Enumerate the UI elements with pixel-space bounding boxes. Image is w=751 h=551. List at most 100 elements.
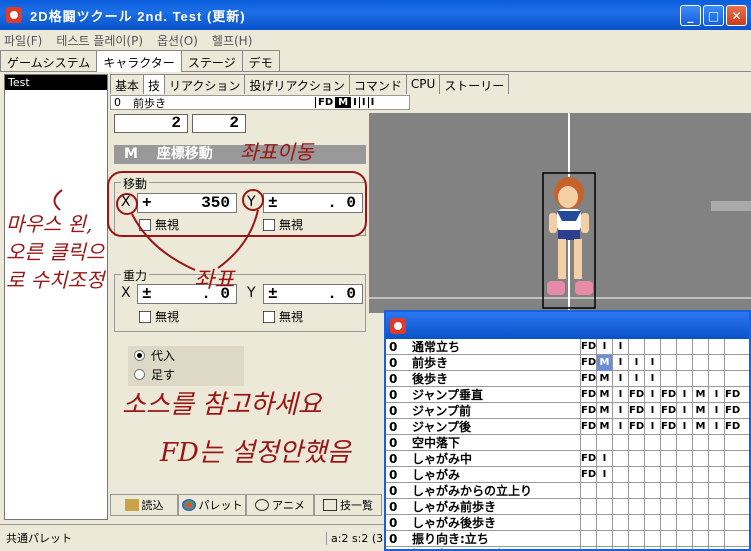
frame-cell[interactable]	[628, 530, 644, 547]
frame-cell[interactable]	[692, 530, 708, 547]
frame-cell[interactable]	[580, 498, 596, 515]
anime-button[interactable]: アニメ	[246, 494, 314, 516]
frame-cell[interactable]	[596, 434, 612, 451]
frame-cell[interactable]	[724, 530, 740, 547]
frame-cell[interactable]	[580, 546, 596, 549]
frame-cell[interactable]: I	[708, 418, 724, 435]
frame-cell[interactable]: I	[612, 354, 628, 371]
frame-cell[interactable]	[692, 450, 708, 467]
menu-test-play[interactable]: 테스트 플레이(P)	[56, 32, 143, 49]
frame-cell[interactable]	[676, 434, 692, 451]
frame-cell[interactable]	[580, 514, 596, 531]
frame-cell[interactable]: M	[692, 402, 708, 419]
menu-help[interactable]: 헬프(H)	[212, 32, 252, 49]
tab-story[interactable]: ストーリー	[439, 74, 510, 94]
frame-cell[interactable]	[676, 530, 692, 547]
frame-cell[interactable]: I	[676, 418, 692, 435]
frame-cell[interactable]	[708, 466, 724, 483]
frame-cell[interactable]: I	[596, 450, 612, 467]
frame-cell[interactable]	[644, 498, 660, 515]
tab-character[interactable]: キャラクター	[96, 50, 182, 72]
frame-cell[interactable]	[676, 498, 692, 515]
preview-canvas[interactable]	[369, 113, 751, 313]
frame-cell[interactable]: I	[644, 370, 660, 387]
frame-flags[interactable]: FD M I I I	[315, 97, 376, 108]
tab-game-system[interactable]: ゲームシステム	[0, 50, 98, 71]
frame-cell[interactable]: M	[596, 402, 612, 419]
counter-field[interactable]: 2	[192, 114, 246, 133]
frame-cell[interactable]: FD	[580, 370, 596, 387]
frame-cell[interactable]	[708, 482, 724, 499]
frame-cell[interactable]	[644, 450, 660, 467]
frame-cell[interactable]: M	[596, 354, 612, 371]
frame-cell[interactable]	[724, 466, 740, 483]
table-row[interactable]: 0 ジャンプ垂直 FD M I FD I FD I M I FD	[386, 386, 749, 403]
frame-cell[interactable]	[692, 546, 708, 549]
table-row[interactable]: 0 しゃがみ後歩き	[386, 514, 749, 531]
frame-cell[interactable]	[580, 434, 596, 451]
frame-cell[interactable]	[644, 466, 660, 483]
tab-demo[interactable]: デモ	[241, 50, 280, 71]
frame-cell[interactable]: FD	[724, 386, 740, 403]
frame-cell[interactable]	[724, 434, 740, 451]
frame-cell[interactable]	[580, 530, 596, 547]
frame-cell[interactable]: I	[596, 466, 612, 483]
frame-cell[interactable]	[676, 370, 692, 387]
menu-file[interactable]: 파일(F)	[4, 32, 42, 49]
frame-cell[interactable]	[660, 450, 676, 467]
frame-cell[interactable]	[596, 546, 612, 549]
frame-cell[interactable]	[724, 482, 740, 499]
frame-cell[interactable]	[644, 434, 660, 451]
frame-cell[interactable]	[580, 482, 596, 499]
frame-cell[interactable]	[708, 370, 724, 387]
frame-flag[interactable]: I	[358, 97, 368, 108]
frame-cell[interactable]	[660, 434, 676, 451]
frame-cell[interactable]	[612, 434, 628, 451]
frame-cell[interactable]: FD	[660, 402, 676, 419]
move-x-ignore-checkbox[interactable]: 無視	[139, 216, 179, 233]
frame-flag[interactable]: FD	[315, 97, 335, 108]
tab-throw-reaction[interactable]: 投げリアクション	[244, 74, 350, 94]
frame-cell[interactable]	[708, 434, 724, 451]
load-button[interactable]: 読込	[110, 494, 178, 516]
move-list[interactable]: 0 通常立ち FD I I 0 前歩き FD M I I I 0 後歩き FD M I I I 0 ジャンプ垂直 FD M I…	[386, 338, 749, 549]
frame-cell[interactable]	[660, 370, 676, 387]
frame-cell[interactable]: I	[612, 370, 628, 387]
frame-cell[interactable]	[660, 498, 676, 515]
frame-cell[interactable]	[676, 514, 692, 531]
table-row[interactable]: 0 前歩き FD M I I I	[386, 354, 749, 371]
frame-cell[interactable]	[708, 546, 724, 549]
frame-cell[interactable]: M	[692, 386, 708, 403]
radio-assign[interactable]: 代入	[128, 346, 244, 365]
gravity-y-field[interactable]: ± . 0	[263, 284, 363, 304]
frame-cell[interactable]	[692, 434, 708, 451]
minimize-button[interactable]: _	[680, 5, 701, 26]
frame-cell[interactable]	[628, 546, 644, 549]
frame-cell[interactable]	[676, 354, 692, 371]
tab-command[interactable]: コマンド	[348, 74, 407, 94]
frame-cell[interactable]: I	[644, 402, 660, 419]
frame-cell[interactable]	[676, 450, 692, 467]
frame-cell[interactable]	[628, 450, 644, 467]
frame-cell[interactable]: FD	[580, 338, 596, 355]
frame-cell[interactable]	[724, 498, 740, 515]
frame-cell[interactable]: I	[708, 402, 724, 419]
frame-flag[interactable]: M	[335, 97, 351, 108]
frame-cell[interactable]	[692, 498, 708, 515]
frame-cell[interactable]	[612, 530, 628, 547]
frame-cell[interactable]	[660, 514, 676, 531]
frame-cell[interactable]	[676, 338, 692, 355]
frame-cell[interactable]: I	[612, 386, 628, 403]
palette-button[interactable]: パレット	[178, 494, 246, 516]
frame-cell[interactable]: I	[612, 402, 628, 419]
frame-cell[interactable]	[708, 498, 724, 515]
frame-cell[interactable]	[692, 466, 708, 483]
frame-cell[interactable]	[612, 514, 628, 531]
frame-cell[interactable]	[644, 514, 660, 531]
frame-cell[interactable]	[596, 514, 612, 531]
frame-cell[interactable]: I	[708, 386, 724, 403]
frame-cell[interactable]	[628, 482, 644, 499]
frame-cell[interactable]	[612, 546, 628, 549]
frame-cell[interactable]	[676, 546, 692, 549]
frame-cell[interactable]: I	[612, 338, 628, 355]
